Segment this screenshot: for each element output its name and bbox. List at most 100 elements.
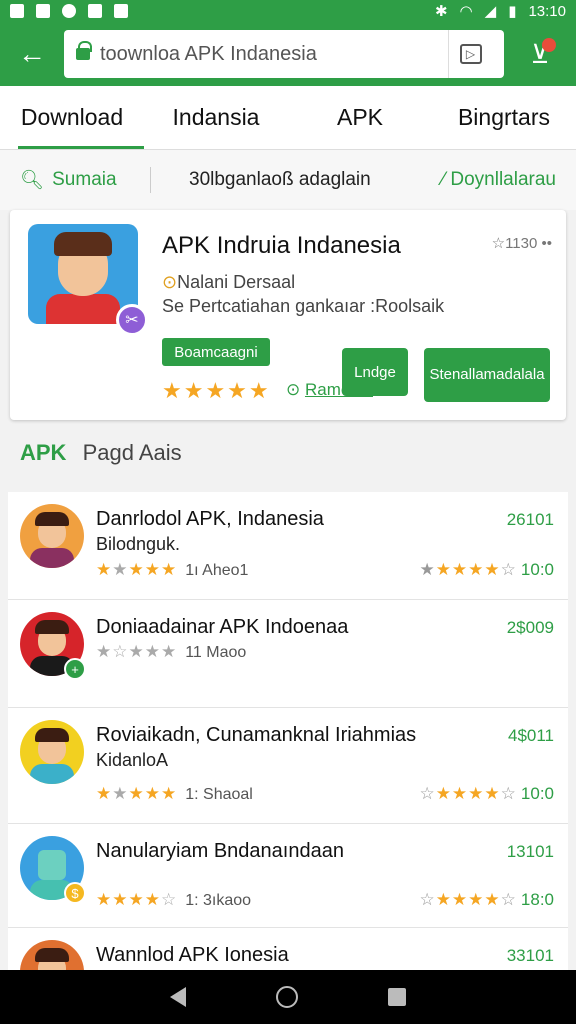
app-version: 2$009 — [506, 618, 554, 637]
featured-badge-icon: ✂ — [116, 304, 148, 336]
status-time: 13:10 — [528, 2, 566, 20]
featured-button-2-label-1: Stenallamada — [429, 366, 522, 383]
score-value: 18:0 — [520, 890, 554, 909]
app-rating: ★★★★☆ 1: 3ıkaoo — [96, 890, 252, 909]
section-tag: APK — [20, 440, 67, 465]
system-navigation-bar — [0, 970, 576, 1024]
app-version: 33101 — [506, 946, 554, 965]
app-icon — [114, 4, 128, 18]
tab-indansia[interactable]: Indansia — [144, 86, 288, 149]
app-score: ☆★★★★☆ 10:0 — [419, 784, 554, 803]
list-item[interactable]: Roviaikadn, Cunamanknal Iriahmias Kidanl… — [8, 708, 568, 824]
avatar-hair — [35, 948, 69, 962]
gallery-icon — [36, 4, 50, 18]
avatar-body — [30, 764, 74, 784]
tab-switcher-button[interactable]: ▷ — [448, 30, 492, 78]
section-title: Pagd Aais — [82, 440, 182, 465]
address-bar[interactable]: toownloa APK Indanesia ▷ — [64, 30, 504, 78]
app-subtitle: Bilodnguk. — [96, 534, 181, 554]
app-name: Nanularyiam Bndanaındaan — [96, 840, 344, 862]
tab-switcher-icon: ▷ — [459, 44, 482, 64]
avatar — [20, 720, 84, 784]
avatar-hair — [54, 232, 112, 256]
app-subtitle: KidanloA — [96, 750, 169, 770]
category-tabs: Download Indansia APK Bingrtars — [0, 86, 576, 150]
app-score: ☆★★★★☆ 18:0 — [419, 890, 554, 909]
subtitle-icon: ⊙ — [162, 272, 178, 292]
list-item[interactable]: + Doniaadainar APK Indoenaa ★☆★★★ 11 Maoo… — [8, 600, 568, 708]
notification-dot — [542, 38, 556, 52]
app-name: Roviaikadn, Cunamanknal Iriahmias — [96, 724, 417, 746]
download-filter[interactable]: ⁄ Doynllalarau — [442, 169, 556, 191]
app-name: Danrlodol APK, Indanesia — [96, 508, 324, 530]
featured-chip[interactable]: Boamcaagni — [162, 338, 270, 366]
rating-count: 1: Shaoal — [185, 786, 253, 803]
check-circle-icon: ⊙ — [286, 380, 305, 399]
app-rating: ★☆★★★ 11 Maoo — [96, 642, 247, 661]
app-name: Wannlod APK Ionesia — [96, 944, 289, 966]
rating-count: 1: 3ıkaoo — [185, 892, 252, 909]
featured-subtitle-2: Se Pertcatiahan gankaıar :Roolsaik — [162, 296, 445, 316]
file-icon — [88, 4, 102, 18]
bluetooth-icon: ✱ — [434, 3, 448, 20]
url-text: toownloa APK Indanesia — [100, 42, 317, 65]
app-version: 26101 — [506, 510, 554, 529]
list-item[interactable]: Danrlodol APK, Indanesia Bilodnguk. ★★★★… — [8, 492, 568, 600]
search-filter-label: Sumaia — [52, 169, 117, 190]
rating-count: 1ı Aheo1 — [185, 562, 249, 579]
filter-bar: 🔍︎ Sumaia 30lbganlaoß adaglain ⁄ Doynlla… — [0, 150, 576, 210]
nav-home-icon[interactable] — [276, 986, 298, 1008]
avatar-body — [46, 294, 120, 324]
shopping-button[interactable]: ⊻ — [504, 22, 576, 86]
search-icon: 🔍︎ — [20, 170, 45, 191]
lock-icon — [76, 41, 92, 60]
app-version: 4$011 — [507, 726, 554, 745]
robot-face — [38, 850, 66, 880]
app-version: 13101 — [506, 842, 554, 861]
nav-recents-icon[interactable] — [388, 988, 406, 1006]
browser-toolbar: ← toownloa APK Indanesia ▷ ⊻ — [0, 22, 576, 86]
featured-stars: ★★★★★ — [162, 378, 271, 403]
plus-icon: + — [64, 658, 86, 680]
list-item[interactable]: $ Nanularyiam Bndanaındaan ★★★★☆ 1: 3ıkao… — [8, 824, 568, 928]
featured-meta[interactable]: ☆1130 •• — [492, 234, 552, 252]
featured-button-1[interactable]: Lndge — [342, 348, 408, 396]
score-value: 10:0 — [520, 560, 554, 579]
arrow-left-icon: ← — [18, 38, 46, 69]
avatar-hair — [35, 728, 69, 742]
signal-icon: ◢ — [484, 3, 497, 20]
tab-bingrtars[interactable]: Bingrtars — [432, 86, 576, 149]
avatar-hair — [35, 620, 69, 634]
download-filter-label: Doynllalarau — [450, 169, 556, 190]
search-filter[interactable]: 🔍︎ Sumaia — [20, 168, 150, 192]
featured-app-card[interactable]: ✂ APK Indruia Indanesia ☆1130 •• ⊙Nalani… — [10, 210, 566, 420]
wifi-icon: ◠ — [459, 3, 473, 20]
status-icons-right: ✱ ◠ ◢ ▮ 13:10 — [434, 2, 566, 21]
app-list: Danrlodol APK, Indanesia Bilodnguk. ★★★★… — [8, 492, 568, 1004]
rating-stars: ★★★★★ — [96, 560, 178, 579]
tab-apk[interactable]: APK — [288, 86, 432, 149]
rating-count: 11 Maoo — [185, 644, 247, 661]
featured-button-2-label-2: lala — [521, 366, 545, 383]
avatar-hair — [35, 512, 69, 526]
app-name: Doniaadainar APK Indoenaa — [96, 616, 349, 638]
app-rating: ★★★★★ 1ı Aheo1 — [96, 560, 248, 580]
battery-icon: ▮ — [508, 3, 517, 20]
featured-button-2[interactable]: Stenallamada lala — [424, 348, 550, 402]
section-heading: APK Pagd Aais — [20, 440, 182, 466]
app-score: ★★★★★☆ 10:0 — [419, 560, 554, 579]
coin-icon: $ — [64, 882, 86, 904]
featured-title: APK Indruia Indanesia — [162, 232, 401, 259]
score-value: 10:0 — [520, 784, 554, 803]
notification-icon — [10, 4, 24, 18]
back-button[interactable]: ← — [0, 22, 64, 86]
avatar — [20, 504, 84, 568]
app-rating: ★★★★★ 1: Shaoal — [96, 784, 253, 803]
subtitle-1-text: Nalani Dersaal — [177, 272, 296, 292]
filter-divider — [150, 167, 151, 193]
filter-middle[interactable]: 30lbganlaoß adaglain — [189, 169, 442, 191]
status-bar: ✱ ◠ ◢ ▮ 13:10 — [0, 0, 576, 22]
compass-icon — [62, 4, 76, 18]
tab-download[interactable]: Download — [0, 86, 144, 149]
nav-back-icon[interactable] — [170, 987, 186, 1007]
